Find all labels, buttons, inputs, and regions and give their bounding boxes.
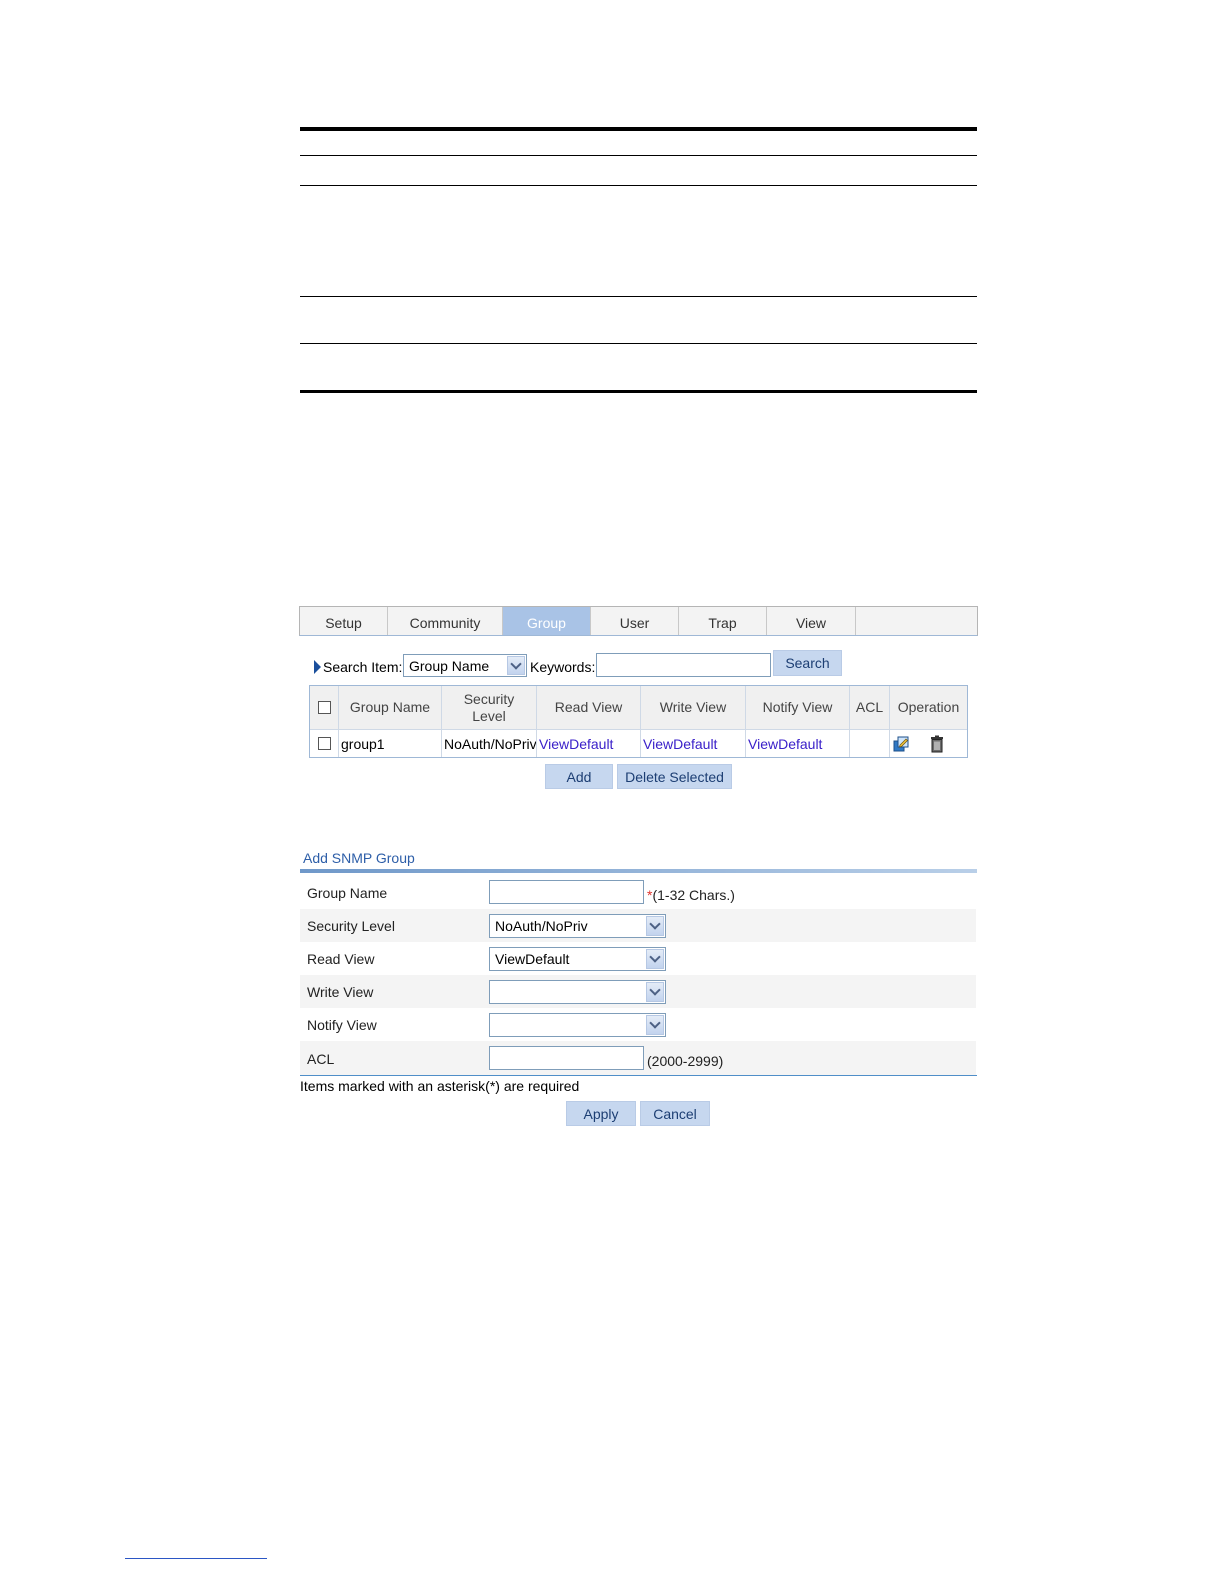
read-view-label: Read View	[307, 951, 375, 967]
form-row-acl: ACL (2000-2999)	[300, 1041, 976, 1075]
acl-input[interactable]	[489, 1046, 644, 1070]
acl-label: ACL	[307, 1051, 335, 1067]
doc-table-bottom-rule	[300, 390, 977, 393]
header-security-level[interactable]: Security Level	[442, 686, 537, 729]
footnote-rule	[125, 1558, 267, 1559]
search-item-value: Group Name	[409, 657, 490, 674]
group-name-label: Group Name	[307, 885, 388, 901]
write-view-link[interactable]: ViewDefault	[643, 736, 717, 752]
header-level-text: Level	[472, 707, 506, 724]
group-name-input[interactable]	[489, 880, 644, 904]
chevron-down-icon[interactable]	[646, 1015, 664, 1035]
keywords-input[interactable]	[596, 653, 771, 677]
read-view-select[interactable]: ViewDefault	[489, 947, 666, 971]
tab-user[interactable]: User	[591, 607, 679, 635]
cell-read-view: ViewDefault	[537, 730, 641, 757]
search-item-select[interactable]: Group Name	[403, 654, 527, 677]
doc-table-top-rule	[300, 127, 977, 131]
doc-table-rule	[300, 296, 977, 297]
doc-table-rule	[300, 155, 977, 156]
delete-selected-button[interactable]: Delete Selected	[617, 764, 732, 789]
tab-bar-filler	[856, 607, 977, 635]
select-all-cell	[310, 686, 339, 729]
edit-icon[interactable]	[893, 735, 911, 753]
notify-view-link[interactable]: ViewDefault	[748, 736, 822, 752]
security-level-select[interactable]: NoAuth/NoPriv	[489, 914, 666, 938]
delete-trash-icon[interactable]	[929, 735, 945, 753]
table-row: group1 NoAuth/NoPriv ViewDefault ViewDef…	[310, 730, 967, 757]
group-name-hint: *(1-32 Chars.)	[647, 887, 735, 903]
apply-button[interactable]: Apply	[566, 1101, 636, 1126]
tab-view[interactable]: View	[767, 607, 856, 635]
cell-acl	[850, 730, 890, 757]
header-notify-view[interactable]: Notify View	[746, 686, 850, 729]
cell-group-name: group1	[339, 730, 442, 757]
notify-view-label: Notify View	[307, 1017, 377, 1033]
search-button[interactable]: Search	[773, 650, 842, 676]
add-button[interactable]: Add	[545, 764, 613, 789]
expand-triangle-icon[interactable]	[314, 660, 321, 674]
header-group-name[interactable]: Group Name	[339, 686, 442, 729]
chevron-down-icon[interactable]	[646, 916, 664, 936]
write-view-select[interactable]	[489, 980, 666, 1004]
notify-view-select[interactable]	[489, 1013, 666, 1037]
header-read-view[interactable]: Read View	[537, 686, 641, 729]
doc-table-rule	[300, 185, 977, 186]
write-view-label: Write View	[307, 984, 374, 1000]
cell-security-level: NoAuth/NoPriv	[442, 730, 537, 757]
doc-table-rule	[300, 343, 977, 344]
snmp-tab-bar: Setup Community Group User Trap View	[299, 606, 978, 636]
header-write-view[interactable]: Write View	[641, 686, 746, 729]
form-title: Add SNMP Group	[303, 850, 415, 866]
group-table: Group Name Security Level Read View Writ…	[309, 685, 968, 758]
cell-write-view: ViewDefault	[641, 730, 746, 757]
search-item-label: Search Item:	[323, 659, 403, 675]
form-bottom-rule	[300, 1075, 977, 1076]
read-view-value: ViewDefault	[495, 951, 570, 967]
form-row-read-view: Read View ViewDefault	[300, 942, 976, 975]
required-note: Items marked with an asterisk(*) are req…	[300, 1078, 580, 1094]
chevron-down-icon[interactable]	[646, 982, 664, 1002]
row-checkbox[interactable]	[317, 737, 331, 750]
table-header-row: Group Name Security Level Read View Writ…	[310, 686, 967, 730]
form-row-notify-view: Notify View	[300, 1008, 976, 1041]
form-row-group-name: Group Name *(1-32 Chars.)	[300, 876, 976, 909]
tab-group[interactable]: Group	[503, 607, 591, 635]
row-select-cell	[310, 730, 339, 757]
header-operation: Operation	[897, 699, 960, 715]
header-acl[interactable]: ACL	[850, 686, 890, 729]
tab-setup[interactable]: Setup	[300, 607, 388, 635]
cell-operation	[890, 730, 967, 757]
security-level-value: NoAuth/NoPriv	[495, 918, 588, 934]
search-row: Search Item: Group Name Keywords: Search	[312, 650, 872, 678]
cancel-button[interactable]: Cancel	[640, 1101, 710, 1126]
security-level-label: Security Level	[307, 918, 395, 934]
chevron-down-icon[interactable]	[507, 656, 525, 675]
keywords-label: Keywords:	[530, 659, 596, 675]
read-view-link[interactable]: ViewDefault	[539, 736, 613, 752]
acl-hint: (2000-2999)	[647, 1053, 724, 1069]
chevron-down-icon[interactable]	[646, 949, 664, 969]
form-title-bar	[300, 869, 977, 873]
form-row-security-level: Security Level NoAuth/NoPriv	[300, 909, 976, 942]
header-security-text: Security	[463, 690, 515, 707]
cell-notify-view: ViewDefault	[746, 730, 850, 757]
tab-community[interactable]: Community	[388, 607, 503, 635]
tab-trap[interactable]: Trap	[679, 607, 767, 635]
form-row-write-view: Write View	[300, 975, 976, 1008]
select-all-checkbox[interactable]	[317, 701, 331, 714]
